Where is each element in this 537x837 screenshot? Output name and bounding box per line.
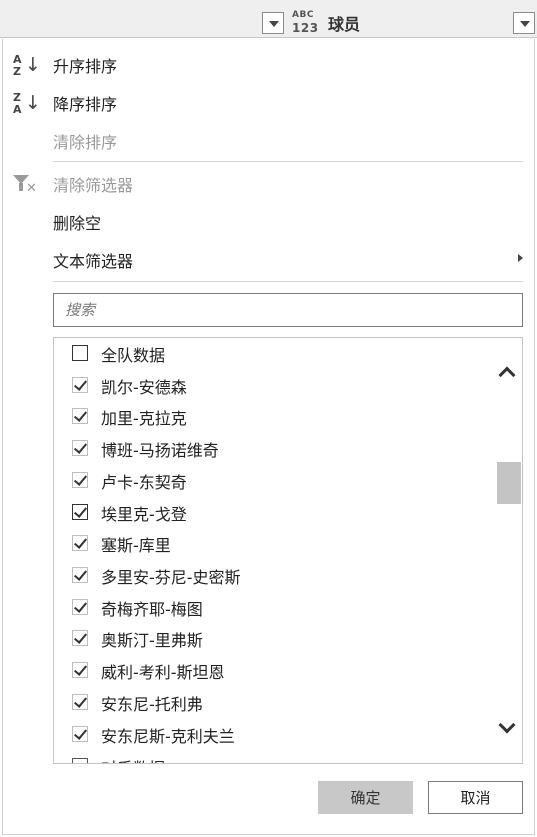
list-item[interactable]: 全队数据 xyxy=(54,338,494,370)
column-filter-dropdown[interactable] xyxy=(513,12,535,34)
scrollbar-thumb[interactable] xyxy=(497,462,521,504)
menu-divider xyxy=(53,281,523,282)
list-item[interactable]: 凯尔-安德森 xyxy=(54,370,494,402)
search-input[interactable] xyxy=(55,295,521,325)
chevron-down-icon xyxy=(520,21,530,27)
submenu-arrow-icon xyxy=(518,254,523,262)
filter-popup: A Z ↓ 升序排序 Z A ↓ 降序排序 清除排序 ✕ 清除筛选器 删除空 文… xyxy=(2,39,535,835)
search-box[interactable] xyxy=(53,293,523,327)
text-number-type-icon[interactable]: ABC 123 xyxy=(292,10,322,36)
list-item[interactable]: 奇梅齐耶-梅图 xyxy=(54,592,494,624)
sort-ascending-item[interactable]: 升序排序 xyxy=(53,53,117,77)
cancel-button[interactable]: 取消 xyxy=(428,781,523,814)
checkbox[interactable] xyxy=(72,758,88,763)
checkbox[interactable] xyxy=(72,377,88,393)
column-title: 球员 xyxy=(328,15,361,34)
list-item[interactable]: 埃里克-戈登 xyxy=(54,497,494,529)
sort-ascending-icon: A Z ↓ xyxy=(13,53,41,78)
ok-button[interactable]: 确定 xyxy=(318,781,413,814)
list-item[interactable]: 安东尼-托利弗 xyxy=(54,687,494,719)
list-item[interactable]: 威利-考利-斯坦恩 xyxy=(54,655,494,687)
clear-filter-item[interactable]: 清除筛选器 xyxy=(53,172,133,196)
scroll-up-button[interactable] xyxy=(497,360,521,384)
checkbox[interactable] xyxy=(72,694,88,710)
list-item[interactable]: 塞斯-库里 xyxy=(54,528,494,560)
select-all-checkbox[interactable] xyxy=(72,345,88,361)
list-item[interactable]: 对手数据 xyxy=(54,751,494,763)
column-header: ABC 123 球员 xyxy=(0,0,537,38)
checkbox[interactable] xyxy=(72,630,88,646)
checkbox[interactable] xyxy=(72,440,88,456)
checkbox[interactable] xyxy=(72,504,88,520)
checkbox[interactable] xyxy=(72,726,88,742)
list-item[interactable]: 加里-克拉克 xyxy=(54,401,494,433)
remove-empty-item[interactable]: 删除空 xyxy=(53,210,101,234)
list-item[interactable]: 卢卡-东契奇 xyxy=(54,465,494,497)
chevron-down-icon xyxy=(498,716,516,734)
checkbox[interactable] xyxy=(72,472,88,488)
text-filters-item[interactable]: 文本筛选器 xyxy=(53,248,133,272)
clear-filter-icon: ✕ xyxy=(13,173,39,199)
prev-column-filter-dropdown[interactable] xyxy=(262,12,284,34)
checkbox[interactable] xyxy=(72,599,88,615)
checkbox[interactable] xyxy=(72,567,88,583)
chevron-up-icon xyxy=(498,366,516,384)
list-item[interactable]: 多里安-芬尼-史密斯 xyxy=(54,560,494,592)
scroll-down-button[interactable] xyxy=(497,716,521,740)
clear-sort-item[interactable]: 清除排序 xyxy=(53,129,117,153)
sort-descending-item[interactable]: 降序排序 xyxy=(53,91,117,115)
checkbox[interactable] xyxy=(72,535,88,551)
sort-descending-icon: Z A ↓ xyxy=(13,91,41,116)
list-item[interactable]: 安东尼斯-克利夫兰 xyxy=(54,719,494,751)
checkbox[interactable] xyxy=(72,408,88,424)
list-item[interactable]: 奥斯汀-里弗斯 xyxy=(54,623,494,655)
value-list[interactable]: 全队数据 凯尔-安德森 加里-克拉克 博班-马扬诺维奇 卢卡-东契奇 埃里克-戈… xyxy=(53,337,523,764)
chevron-down-icon xyxy=(269,21,279,27)
list-item[interactable]: 博班-马扬诺维奇 xyxy=(54,433,494,465)
checkbox[interactable] xyxy=(72,662,88,678)
menu-divider xyxy=(53,161,523,162)
